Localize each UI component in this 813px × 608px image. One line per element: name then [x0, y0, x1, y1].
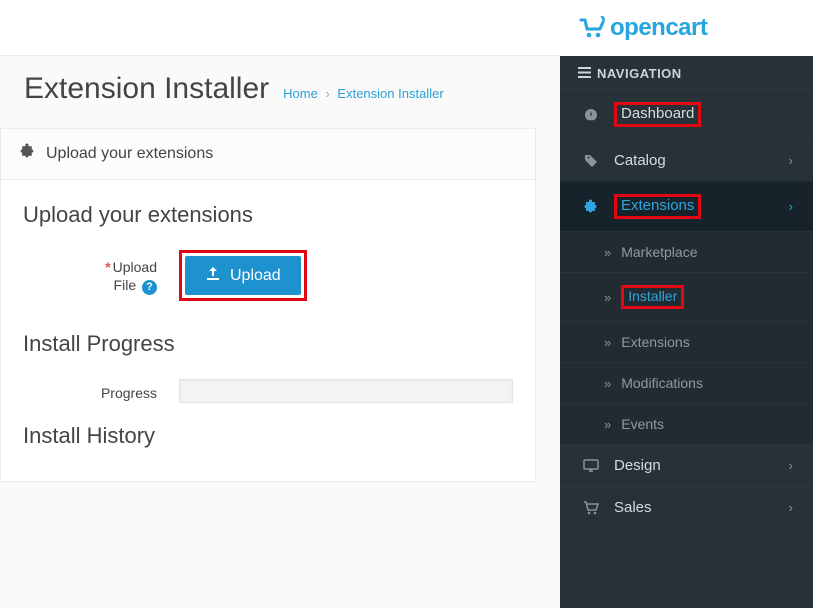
install-progress-heading: Install Progress	[23, 331, 513, 357]
double-angle-icon: »	[604, 376, 611, 391]
nav-header: NAVIGATION	[560, 56, 813, 89]
upload-heading: Upload your extensions	[23, 202, 513, 228]
progress-bar-container	[179, 379, 513, 403]
progress-row: Progress	[23, 379, 513, 403]
upload-label: *Upload File ?	[23, 250, 157, 295]
sidebar-events-label: Events	[621, 416, 664, 432]
progress-bar	[179, 379, 513, 403]
panel-body: Upload your extensions *Upload File ? Up…	[1, 180, 535, 481]
dashboard-icon	[580, 107, 602, 123]
chevron-right-icon: ›	[789, 458, 793, 473]
breadcrumb-sep: ›	[325, 86, 329, 101]
sidebar-item-extensions[interactable]: Extensions ›	[560, 181, 813, 231]
topbar	[0, 0, 560, 56]
panel-upload: Upload your extensions Upload your exten…	[0, 128, 536, 482]
puzzle-icon	[19, 143, 36, 165]
brand-name: opencart	[610, 14, 707, 42]
page-title: Extension Installer	[24, 72, 269, 106]
main-content: Extension Installer Home › Extension Ins…	[0, 0, 560, 608]
sidebar-modifications-label: Modifications	[621, 375, 703, 391]
desktop-icon	[580, 458, 602, 474]
required-asterisk: *	[105, 259, 110, 275]
upload-icon	[205, 265, 221, 286]
panel-heading-title: Upload your extensions	[46, 145, 213, 163]
sidebar-catalog-label: Catalog	[614, 152, 666, 169]
sidebar-item-installer[interactable]: » Installer	[560, 272, 813, 321]
brand-header: opencart	[560, 0, 813, 56]
progress-label: Progress	[23, 381, 157, 401]
tag-icon	[580, 153, 602, 169]
chevron-right-icon: ›	[789, 199, 793, 214]
breadcrumb: Home › Extension Installer	[283, 86, 444, 101]
sidebar-design-label: Design	[614, 457, 661, 474]
sidebar-item-design[interactable]: Design ›	[560, 444, 813, 486]
puzzle-icon	[580, 199, 602, 215]
cart-icon	[578, 16, 608, 40]
page-header: Extension Installer Home › Extension Ins…	[0, 56, 560, 112]
double-angle-icon: »	[604, 417, 611, 432]
double-angle-icon: »	[604, 245, 611, 260]
sidebar-ext-extensions-label: Extensions	[621, 334, 689, 350]
chevron-right-icon: ›	[789, 500, 793, 515]
sidebar: opencart NAVIGATION Dashboard Catalog › …	[560, 0, 813, 608]
upload-button[interactable]: Upload	[185, 256, 301, 295]
sidebar-marketplace-label: Marketplace	[621, 244, 697, 260]
sidebar-sales-label: Sales	[614, 499, 652, 516]
sidebar-item-events[interactable]: » Events	[560, 403, 813, 444]
sidebar-dashboard-label: Dashboard	[621, 105, 694, 122]
sidebar-item-marketplace[interactable]: » Marketplace	[560, 231, 813, 272]
breadcrumb-current[interactable]: Extension Installer	[337, 86, 443, 101]
install-history-heading: Install History	[23, 423, 513, 449]
sidebar-item-catalog[interactable]: Catalog ›	[560, 139, 813, 181]
panel-heading: Upload your extensions	[1, 129, 535, 180]
sidebar-item-sales[interactable]: Sales ›	[560, 486, 813, 528]
sidebar-item-dashboard[interactable]: Dashboard	[560, 89, 813, 139]
double-angle-icon: »	[604, 335, 611, 350]
sidebar-installer-label: Installer	[628, 288, 677, 304]
nav-header-label: NAVIGATION	[597, 66, 682, 81]
sidebar-item-modifications[interactable]: » Modifications	[560, 362, 813, 403]
sidebar-item-ext-extensions[interactable]: » Extensions	[560, 321, 813, 362]
sidebar-extensions-label: Extensions	[621, 197, 694, 214]
shopping-cart-icon	[580, 500, 602, 516]
chevron-right-icon: ›	[789, 153, 793, 168]
hamburger-icon	[578, 66, 591, 81]
breadcrumb-home[interactable]: Home	[283, 86, 318, 101]
upload-row: *Upload File ? Upload	[23, 250, 513, 301]
upload-button-label: Upload	[230, 267, 281, 285]
help-icon[interactable]: ?	[142, 280, 157, 295]
double-angle-icon: »	[604, 290, 611, 305]
